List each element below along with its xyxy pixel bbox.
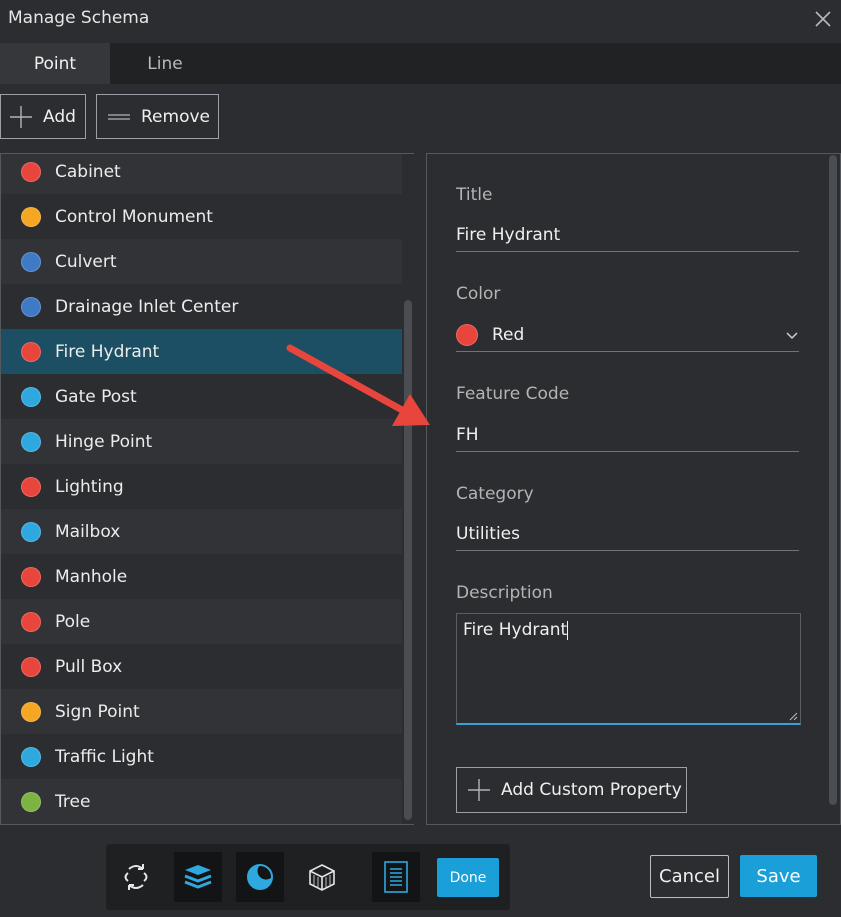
resize-handle-icon[interactable] bbox=[789, 712, 798, 721]
color-dot-icon bbox=[21, 476, 41, 497]
color-dot-icon bbox=[21, 521, 41, 542]
list-item-label: Lighting bbox=[55, 476, 124, 497]
list-item[interactable]: Culvert bbox=[1, 239, 403, 284]
details-scrollbar[interactable] bbox=[829, 155, 837, 805]
color-dot-icon bbox=[21, 791, 41, 812]
tab-point[interactable]: Point bbox=[0, 43, 110, 84]
title-label: Title bbox=[456, 185, 493, 205]
list-item-label: Sign Point bbox=[55, 701, 140, 722]
list-item-label: Cabinet bbox=[55, 161, 121, 182]
title-field-value: Fire Hydrant bbox=[456, 224, 561, 245]
minus-icon bbox=[108, 113, 130, 120]
list-item-label: Mailbox bbox=[55, 521, 121, 542]
description-textarea[interactable]: Fire Hydrant bbox=[456, 613, 801, 725]
list-item-label: Drainage Inlet Center bbox=[55, 296, 239, 317]
done-button[interactable]: Done bbox=[437, 858, 499, 897]
add-button-label: Add bbox=[43, 106, 76, 127]
color-dot-icon bbox=[21, 656, 41, 677]
list-item[interactable]: Manhole bbox=[1, 554, 403, 599]
list-item-label: Hinge Point bbox=[55, 431, 153, 452]
list-item[interactable]: Pole bbox=[1, 599, 403, 644]
layers-icon[interactable] bbox=[174, 852, 222, 902]
list-item-label: Control Monument bbox=[55, 206, 213, 227]
description-label: Description bbox=[456, 583, 553, 603]
color-dot-icon bbox=[21, 161, 41, 182]
document-icon[interactable] bbox=[372, 852, 420, 902]
list-item[interactable]: Traffic Light bbox=[1, 734, 403, 779]
plus-icon bbox=[10, 105, 32, 128]
rotate-icon[interactable] bbox=[112, 852, 160, 902]
color-dot-icon bbox=[21, 746, 41, 767]
chevron-down-icon bbox=[786, 331, 798, 339]
feature-code-field[interactable]: FH bbox=[456, 418, 799, 452]
category-field[interactable]: Utilities bbox=[456, 517, 799, 551]
remove-button[interactable]: Remove bbox=[96, 94, 219, 139]
feature-code-value: FH bbox=[456, 424, 479, 445]
color-dot-icon bbox=[21, 251, 41, 272]
color-dropdown[interactable]: Red bbox=[456, 318, 799, 352]
save-button[interactable]: Save bbox=[740, 855, 817, 897]
color-dot-icon bbox=[21, 341, 41, 362]
list-item-label: Pole bbox=[55, 611, 91, 632]
color-label: Color bbox=[456, 284, 501, 304]
list-item-label: Manhole bbox=[55, 566, 128, 587]
window-title: Manage Schema bbox=[8, 8, 150, 28]
list-item-label: Pull Box bbox=[55, 656, 123, 677]
color-swatch bbox=[456, 323, 478, 346]
list-item-label: Gate Post bbox=[55, 386, 137, 407]
add-button[interactable]: Add bbox=[0, 94, 86, 139]
feature-list: Cabinet Control Monument Culvert Drainage I… bbox=[0, 153, 414, 825]
list-item-label: Traffic Light bbox=[55, 746, 154, 767]
color-dot-icon bbox=[21, 296, 41, 317]
add-custom-property-label: Add Custom Property bbox=[501, 780, 682, 800]
color-dot-icon bbox=[21, 566, 41, 587]
list-item[interactable]: Pull Box bbox=[1, 644, 403, 689]
description-value: Fire Hydrant bbox=[463, 620, 568, 640]
plus-icon bbox=[468, 779, 490, 801]
list-item[interactable]: Drainage Inlet Center bbox=[1, 284, 403, 329]
cancel-button[interactable]: Cancel bbox=[650, 855, 729, 898]
list-item-label: Tree bbox=[55, 791, 91, 812]
color-dot-icon bbox=[21, 701, 41, 722]
text-cursor bbox=[567, 620, 569, 640]
category-label: Category bbox=[456, 484, 534, 504]
list-item[interactable]: Cabinet bbox=[1, 154, 403, 194]
list-item[interactable]: Control Monument bbox=[1, 194, 403, 239]
list-item[interactable]: Mailbox bbox=[1, 509, 403, 554]
color-dropdown-value: Red bbox=[492, 324, 525, 345]
title-field[interactable]: Fire Hydrant bbox=[456, 218, 799, 252]
annotation-arrow-icon bbox=[286, 344, 430, 426]
add-custom-property-button[interactable]: Add Custom Property bbox=[456, 767, 687, 813]
category-value: Utilities bbox=[456, 523, 520, 544]
list-item-label: Fire Hydrant bbox=[55, 341, 160, 362]
list-item-label: Culvert bbox=[55, 251, 117, 272]
list-item[interactable]: Lighting bbox=[1, 464, 403, 509]
color-dot-icon bbox=[21, 206, 41, 227]
tab-line[interactable]: Line bbox=[110, 43, 220, 84]
list-item[interactable]: Sign Point bbox=[1, 689, 403, 734]
color-dot-icon bbox=[21, 386, 41, 407]
cube-icon[interactable] bbox=[298, 852, 346, 902]
remove-button-label: Remove bbox=[141, 106, 210, 127]
shading-icon[interactable] bbox=[236, 852, 284, 902]
close-icon[interactable] bbox=[812, 8, 834, 30]
color-dot-icon bbox=[21, 431, 41, 452]
color-dot-icon bbox=[21, 611, 41, 632]
list-item[interactable]: Tree bbox=[1, 779, 403, 824]
feature-code-label: Feature Code bbox=[456, 384, 570, 404]
